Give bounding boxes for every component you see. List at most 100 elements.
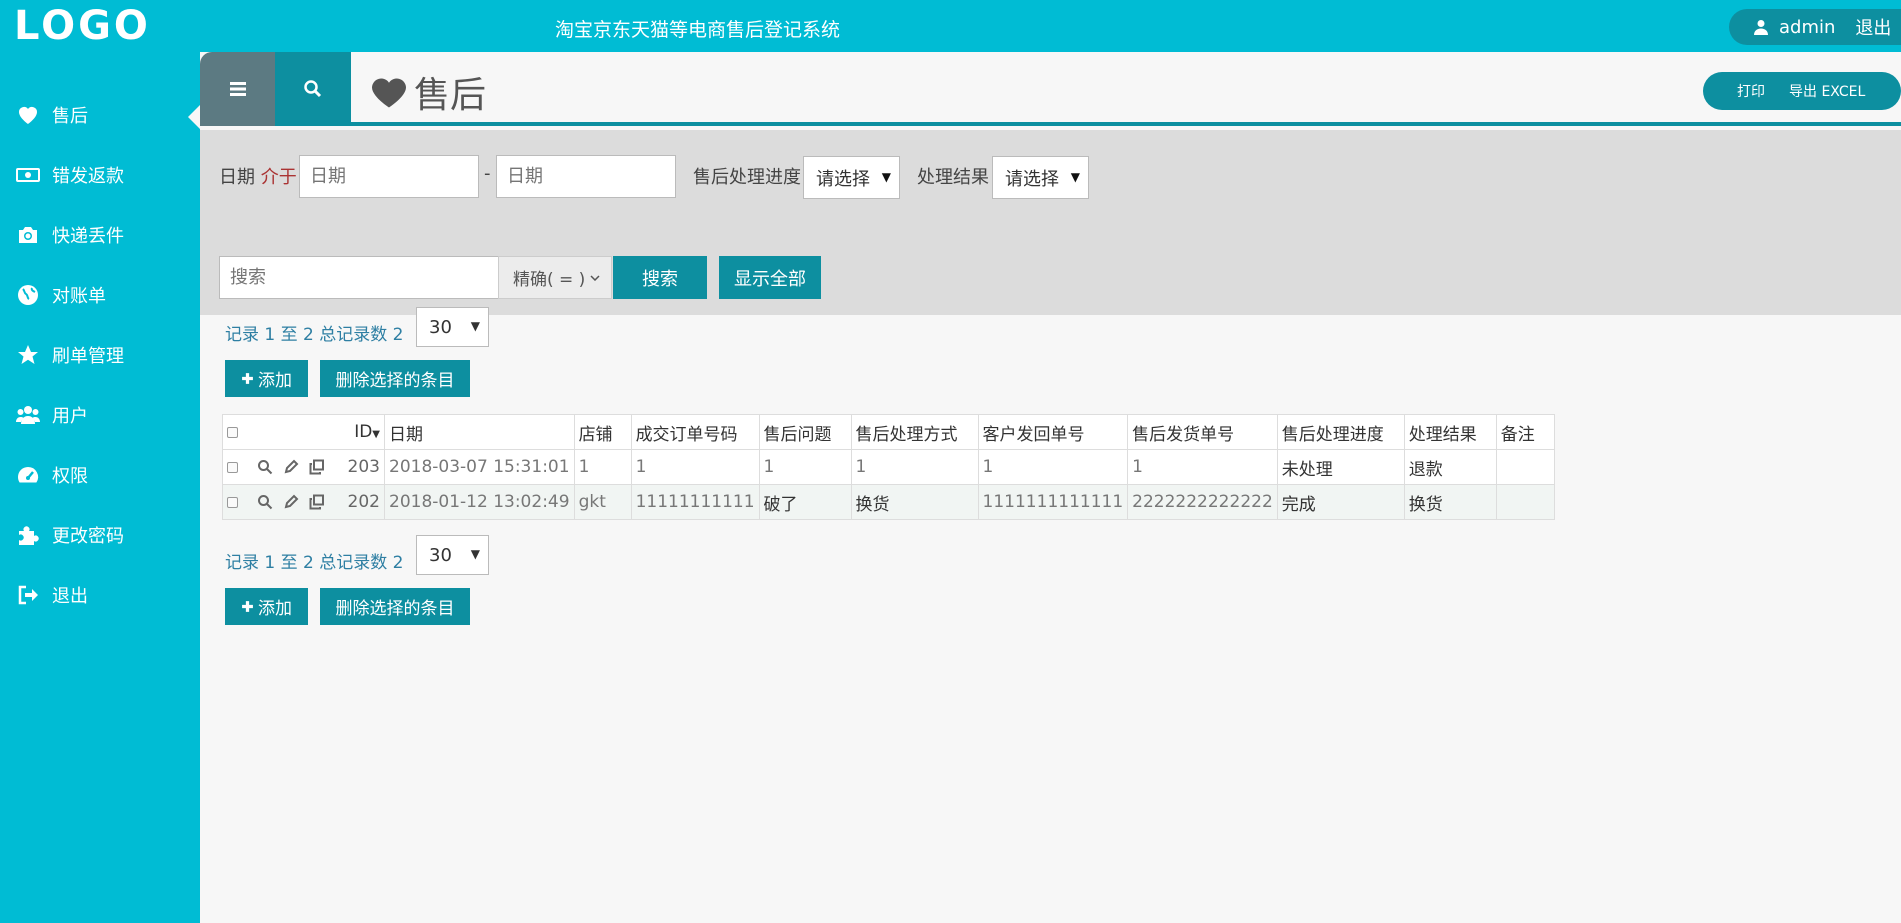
col-progress[interactable]: 售后处理进度: [1276, 414, 1405, 450]
progress-filter-label: 售后处理进度: [693, 167, 801, 188]
cell-issue: 1: [758, 449, 852, 485]
sidebar-item-users[interactable]: 用户: [0, 390, 200, 440]
select-all-checkbox[interactable]: [227, 426, 238, 438]
progress-select-value: 请选择: [816, 168, 870, 190]
result-filter-label: 处理结果: [917, 167, 989, 188]
cell-handling-method: 1: [850, 449, 979, 485]
search-icon: [304, 80, 322, 98]
heart-icon: [14, 103, 42, 127]
cell-progress: 未处理: [1276, 449, 1405, 485]
page-size-select[interactable]: 30 ▼: [416, 535, 489, 575]
filter-panel: 日期 介于 - 售后处理进度 请选择 ▼ 处理结果 请选择 ▼ 精确( = ) 搜索…: [200, 130, 1901, 315]
search-toggle-button[interactable]: [275, 52, 351, 142]
page-size-value: 30: [429, 544, 452, 566]
sidebar-item-label: 用户: [52, 406, 88, 427]
sidebar-item-after-sales[interactable]: 售后: [0, 90, 200, 140]
col-shop[interactable]: 店铺: [573, 414, 632, 450]
sidebar-item-label: 退出: [52, 586, 88, 607]
export-excel-button[interactable]: 导出 EXCEL: [1789, 81, 1865, 101]
app-title: 淘宝京东天猫等电商售后登记系统: [555, 19, 841, 41]
cell-return-tracking: 1: [977, 449, 1129, 485]
col-handling-method[interactable]: 售后处理方式: [850, 414, 979, 450]
col-date[interactable]: 日期: [384, 414, 575, 450]
copy-icon[interactable]: [309, 494, 325, 510]
sidebar-item-label: 快递丢件: [52, 226, 124, 247]
select-all-header: ID▼: [222, 414, 385, 450]
col-notes[interactable]: 备注: [1495, 414, 1555, 450]
show-all-button[interactable]: 显示全部: [719, 256, 821, 299]
search-input[interactable]: [219, 256, 499, 299]
table-row[interactable]: 202 2018-01-12 13:02:49 gkt 11111111111 …: [222, 484, 1555, 520]
match-mode-select[interactable]: 精确( = ): [498, 256, 612, 299]
delete-selected-button[interactable]: 删除选择的条目: [320, 360, 470, 397]
users-icon: [14, 403, 42, 427]
table-row[interactable]: 203 2018-03-07 15:31:01 1 1 1 1 1 1 未处理 …: [222, 449, 1555, 485]
col-order-number[interactable]: 成交订单号码: [630, 414, 760, 450]
user-icon: [1754, 20, 1768, 35]
plus-icon: [242, 601, 253, 612]
match-mode-value: 精确( = ): [513, 270, 586, 290]
sidebar-item-brushing[interactable]: 刷单管理: [0, 330, 200, 380]
puzzle-icon: [14, 523, 42, 547]
copy-icon[interactable]: [309, 459, 325, 475]
edit-icon[interactable]: [283, 494, 299, 510]
col-result[interactable]: 处理结果: [1403, 414, 1497, 450]
view-icon[interactable]: [257, 494, 273, 510]
cell-issue: 破了: [758, 484, 852, 520]
cell-date: 2018-03-07 15:31:01: [384, 449, 575, 485]
sidebar-item-label: 错发返款: [52, 166, 124, 187]
add-button[interactable]: 添加: [225, 360, 308, 397]
sidebar-item-label: 权限: [52, 466, 88, 487]
records-summary: 记录 1 至 2 总记录数 2: [225, 325, 404, 345]
records-summary: 记录 1 至 2 总记录数 2: [225, 553, 404, 573]
col-ship-tracking[interactable]: 售后发货单号: [1127, 414, 1278, 450]
view-icon[interactable]: [257, 459, 273, 475]
dropdown-caret-icon: ▼: [470, 319, 480, 333]
row-id: 203: [347, 457, 380, 477]
page-size-select[interactable]: 30 ▼: [416, 307, 489, 347]
active-indicator: [188, 105, 200, 129]
add-button[interactable]: 添加: [225, 588, 308, 625]
sidebar-item-refund[interactable]: 错发返款: [0, 150, 200, 200]
cell-notes: [1495, 484, 1555, 520]
between-label: 介于: [260, 167, 297, 188]
edit-icon[interactable]: [283, 459, 299, 475]
logout-link[interactable]: 退出: [1855, 14, 1891, 40]
sidebar-item-permissions[interactable]: 权限: [0, 450, 200, 500]
id-sort-header[interactable]: ID▼: [354, 422, 380, 442]
sidebar-item-lost-package[interactable]: 快递丢件: [0, 210, 200, 260]
cell-return-tracking: 1111111111111: [977, 484, 1129, 520]
delete-selected-button[interactable]: 删除选择的条目: [320, 588, 470, 625]
row-checkbox[interactable]: [227, 496, 238, 508]
plus-icon: [242, 373, 253, 384]
cell-notes: [1495, 449, 1555, 485]
logo: LOGO: [14, 3, 151, 49]
top-bar: LOGO 淘宝京东天猫等电商售后登记系统 admin 退出: [0, 0, 1901, 52]
date-to-input[interactable]: [496, 155, 676, 198]
sidebar-item-label: 售后: [52, 106, 88, 127]
result-select-value: 请选择: [1005, 168, 1059, 190]
export-actions: 打印 导出 EXCEL: [1703, 72, 1901, 110]
username[interactable]: admin: [1779, 17, 1835, 38]
sidebar-item-change-password[interactable]: 更改密码: [0, 510, 200, 560]
chevron-down-icon: [590, 274, 600, 281]
print-button[interactable]: 打印: [1737, 81, 1765, 101]
sidebar-item-logout[interactable]: 退出: [0, 570, 200, 620]
sidebar-item-statement[interactable]: 对账单: [0, 270, 200, 320]
result-select[interactable]: 请选择 ▼: [992, 156, 1089, 199]
row-checkbox[interactable]: [227, 461, 238, 473]
page-title: 售后: [370, 66, 486, 118]
after-sales-table: ID▼ 日期 店铺 成交订单号码 售后问题 售后处理方式 客户发回单号 售后发货…: [222, 414, 1555, 520]
cell-date: 2018-01-12 13:02:49: [384, 484, 575, 520]
search-button[interactable]: 搜索: [613, 256, 707, 299]
col-issue[interactable]: 售后问题: [758, 414, 852, 450]
date-from-input[interactable]: [299, 155, 479, 198]
date-filter-label: 日期 介于: [219, 167, 297, 188]
heart-icon: [372, 78, 406, 108]
hamburger-icon: [229, 82, 246, 96]
cell-order-number: 1: [630, 449, 760, 485]
menu-toggle-button[interactable]: [200, 52, 275, 126]
camera-icon: [14, 223, 42, 247]
progress-select[interactable]: 请选择 ▼: [803, 156, 900, 199]
col-return-tracking[interactable]: 客户发回单号: [977, 414, 1129, 450]
